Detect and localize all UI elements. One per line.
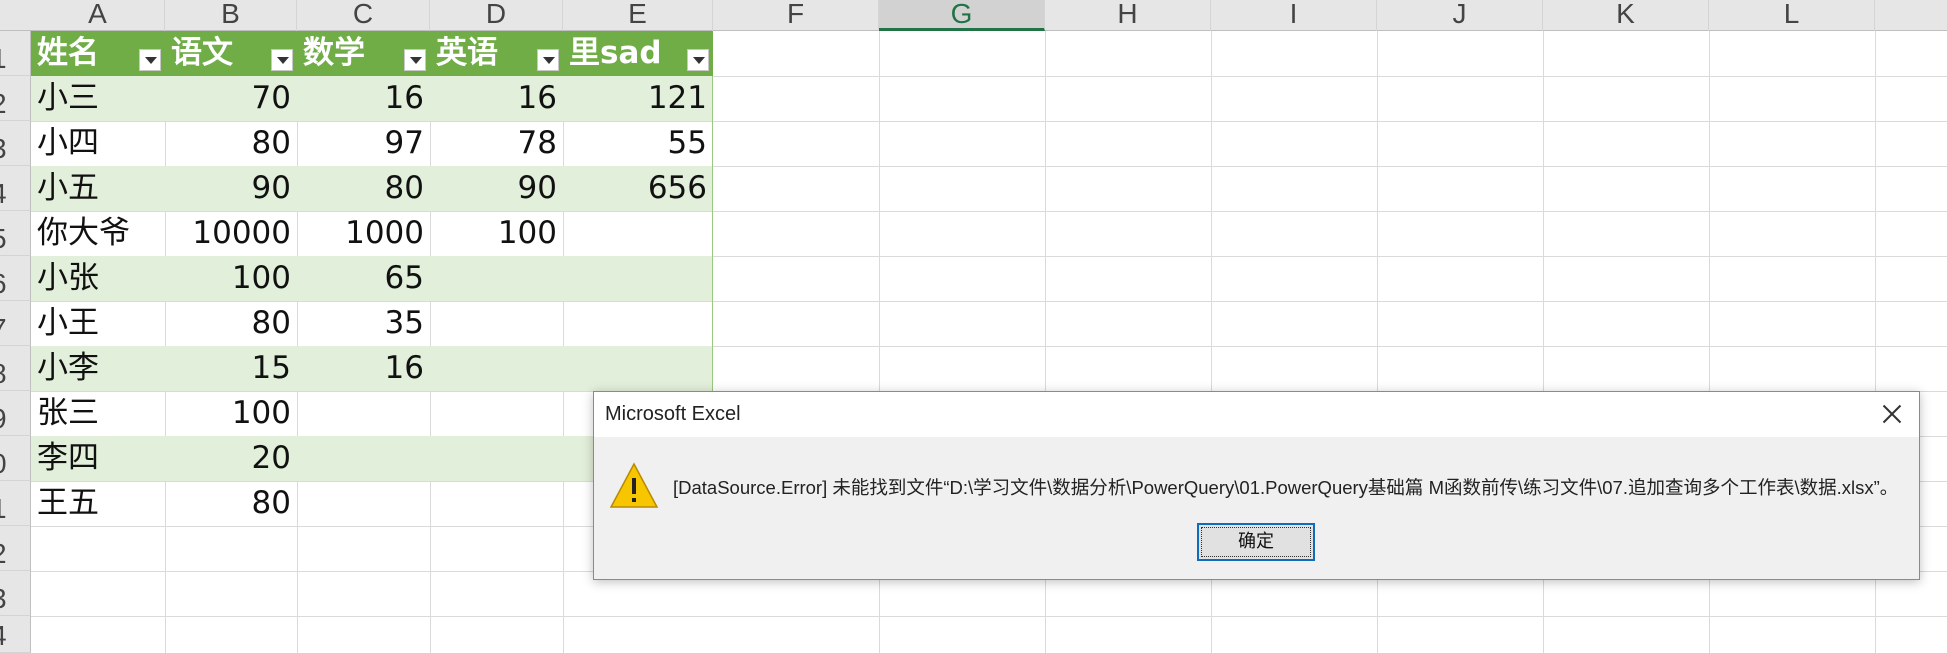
table-cell[interactable]: 55 [563, 121, 713, 166]
column-header-b[interactable]: B [165, 0, 297, 31]
table-cell[interactable] [430, 346, 563, 391]
table-cell[interactable] [430, 391, 563, 436]
row-header[interactable]: 4 [0, 616, 31, 653]
table-cell[interactable]: 100 [165, 391, 297, 436]
gridline [31, 616, 1947, 617]
dialog-titlebar[interactable]: Microsoft Excel [594, 392, 1919, 437]
table-cell[interactable]: 656 [563, 166, 713, 211]
table-cell[interactable]: 20 [165, 436, 297, 481]
table-cell[interactable]: 小四 [31, 121, 165, 166]
table-cell[interactable]: 65 [297, 256, 430, 301]
table-cell[interactable]: 王五 [31, 481, 165, 526]
close-icon[interactable] [1879, 401, 1905, 427]
table-cell[interactable]: 10000 [165, 211, 297, 256]
table-cell[interactable]: 90 [430, 166, 563, 211]
filter-dropdown-icon[interactable] [687, 49, 709, 71]
column-header-e[interactable]: E [563, 0, 713, 31]
column-header-g[interactable]: G [879, 0, 1045, 31]
table-cell[interactable] [563, 211, 713, 256]
table-cell[interactable] [430, 256, 563, 301]
table-cell[interactable] [563, 256, 713, 301]
table-cell[interactable]: 97 [297, 121, 430, 166]
table-cell[interactable] [563, 301, 713, 346]
table-cell[interactable]: 张三 [31, 391, 165, 436]
column-header-i[interactable]: I [1211, 0, 1377, 31]
row-header[interactable]: 2 [0, 76, 31, 121]
row-header[interactable]: 2 [0, 526, 31, 571]
column-header-bar: A B C D E F G H I J K L [0, 0, 1947, 31]
dialog-title: Microsoft Excel [605, 403, 741, 425]
table-cell[interactable] [297, 481, 430, 526]
dialog-message: [DataSource.Error] 未能找到文件“D:\学习文件\数据分析\P… [673, 477, 1899, 498]
table-cell[interactable]: 78 [430, 121, 563, 166]
table-cell[interactable] [430, 301, 563, 346]
warning-icon [609, 462, 659, 508]
table-cell[interactable]: 35 [297, 301, 430, 346]
table-cell[interactable]: 小三 [31, 76, 165, 121]
table-cell[interactable]: 100 [430, 211, 563, 256]
row-header[interactable]: 1 [0, 481, 31, 526]
table-cell[interactable]: 121 [563, 76, 713, 121]
table-cell[interactable]: 80 [165, 301, 297, 346]
table-cell[interactable]: 70 [165, 76, 297, 121]
table-cell[interactable] [563, 346, 713, 391]
row-header[interactable]: 4 [0, 166, 31, 211]
table-cell[interactable]: 100 [165, 256, 297, 301]
row-header[interactable]: 3 [0, 121, 31, 166]
column-header-h[interactable]: H [1045, 0, 1211, 31]
column-header-a[interactable]: A [31, 0, 165, 31]
column-header-l[interactable]: L [1709, 0, 1875, 31]
row-header[interactable]: 8 [0, 346, 31, 391]
row-header[interactable]: 3 [0, 571, 31, 616]
column-header-j[interactable]: J [1377, 0, 1543, 31]
table-cell[interactable]: 16 [430, 76, 563, 121]
table-cell[interactable] [430, 436, 563, 481]
error-dialog: Microsoft Excel [DataSource.Error] 未能找到文… [593, 391, 1920, 580]
table-cell[interactable]: 小李 [31, 346, 165, 391]
table-cell[interactable]: 1000 [297, 211, 430, 256]
ok-button[interactable]: 确定 [1197, 523, 1315, 561]
row-header[interactable]: 6 [0, 256, 31, 301]
table-cell[interactable]: 李四 [31, 436, 165, 481]
table-cell[interactable]: 80 [297, 166, 430, 211]
table-cell[interactable]: 80 [165, 121, 297, 166]
column-header-f[interactable]: F [713, 0, 879, 31]
table-cell[interactable] [297, 436, 430, 481]
row-header[interactable]: 9 [0, 391, 31, 436]
table-cell[interactable]: 80 [165, 481, 297, 526]
table-cell[interactable]: 16 [297, 346, 430, 391]
table-cell[interactable]: 15 [165, 346, 297, 391]
table-cell[interactable] [430, 481, 563, 526]
table-cell[interactable]: 小王 [31, 301, 165, 346]
table-cell[interactable]: 小五 [31, 166, 165, 211]
table-cell[interactable] [297, 391, 430, 436]
column-header-c[interactable]: C [297, 0, 430, 31]
filter-dropdown-icon[interactable] [404, 49, 426, 71]
row-header[interactable]: 5 [0, 211, 31, 256]
row-header[interactable]: 1 [0, 31, 31, 76]
column-header-d[interactable]: D [430, 0, 563, 31]
table-cell[interactable]: 90 [165, 166, 297, 211]
table-cell[interactable]: 小张 [31, 256, 165, 301]
row-header[interactable]: 0 [0, 436, 31, 481]
table-cell[interactable]: 你大爷 [31, 211, 165, 256]
filter-dropdown-icon[interactable] [537, 49, 559, 71]
filter-dropdown-icon[interactable] [139, 49, 161, 71]
filter-dropdown-icon[interactable] [271, 49, 293, 71]
column-header-k[interactable]: K [1543, 0, 1709, 31]
table-cell[interactable]: 16 [297, 76, 430, 121]
row-header[interactable]: 7 [0, 301, 31, 346]
